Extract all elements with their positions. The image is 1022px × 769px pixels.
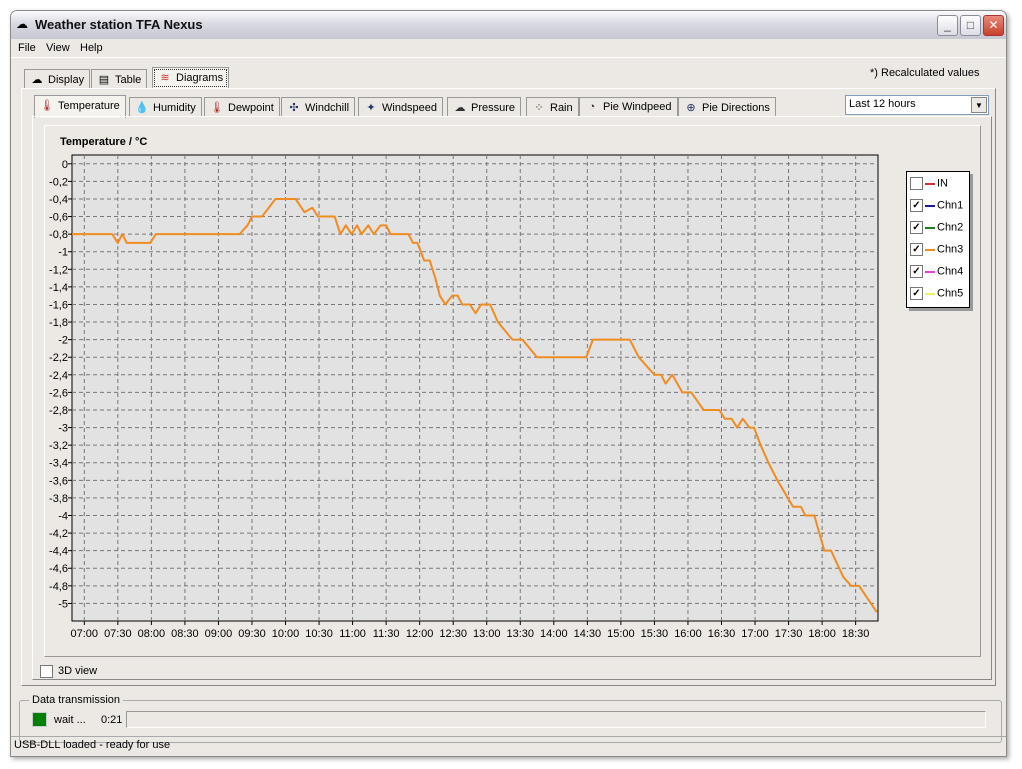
x-tick-label: 10:00 <box>272 628 300 640</box>
y-tick-label: -2,6 <box>49 387 68 399</box>
x-tick-label: 12:00 <box>406 628 434 640</box>
y-tick-label: -4,4 <box>49 546 68 558</box>
x-tick-label: 07:00 <box>71 628 99 640</box>
y-tick-label: -1 <box>58 247 68 259</box>
y-tick-label: 0 <box>62 159 68 171</box>
x-tick-label: 14:00 <box>540 628 568 640</box>
y-tick-label: -3,6 <box>49 475 68 487</box>
x-tick-label: 08:00 <box>138 628 166 640</box>
y-tick-label: -4,2 <box>49 528 68 540</box>
x-tick-label: 10:30 <box>305 628 333 640</box>
x-tick-label: 11:30 <box>373 628 400 640</box>
y-tick-label: -0,8 <box>49 229 68 241</box>
x-tick-label: 08:30 <box>171 628 199 640</box>
x-tick-label: 15:00 <box>607 628 635 640</box>
x-tick-label: 13:30 <box>507 628 535 640</box>
y-tick-label: -0,6 <box>49 212 68 224</box>
x-tick-label: 17:00 <box>741 628 769 640</box>
x-tick-label: 18:00 <box>808 628 836 640</box>
y-tick-label: -2,2 <box>49 352 68 364</box>
y-tick-label: -0,4 <box>49 194 68 206</box>
x-tick-label: 14:30 <box>574 628 602 640</box>
y-tick-label: -3,4 <box>49 458 68 470</box>
x-tick-label: 13:00 <box>473 628 501 640</box>
y-tick-label: -3,2 <box>49 440 68 452</box>
y-tick-label: -1,2 <box>49 264 68 276</box>
y-tick-label: -4,8 <box>49 581 68 593</box>
y-tick-label: -5 <box>58 598 68 610</box>
y-tick-label: -3,8 <box>49 493 68 505</box>
y-tick-label: -1,6 <box>49 299 68 311</box>
y-tick-label: -1,4 <box>49 282 68 294</box>
x-tick-label: 11:00 <box>339 628 366 640</box>
y-tick-label: -4,6 <box>49 563 68 575</box>
y-tick-label: -2,4 <box>49 370 68 382</box>
x-tick-label: 16:00 <box>674 628 702 640</box>
temperature-chart: 0 -0,2 -0,4 -0,6 -0,8 -1 -1,2 -1,4 -1,6 -1,8 -2 -2,… <box>49 154 879 640</box>
y-tick-label: -2,8 <box>49 405 68 417</box>
y-tick-label: -3 <box>58 423 68 435</box>
x-tick-label: 07:30 <box>104 628 132 640</box>
y-tick-label: -0,2 <box>49 176 68 188</box>
x-tick-label: 12:30 <box>439 628 467 640</box>
x-tick-label: 09:30 <box>238 628 266 640</box>
y-tick-label: -2 <box>58 335 68 347</box>
x-tick-label: 18:30 <box>842 628 870 640</box>
x-tick-label: 17:30 <box>775 628 803 640</box>
x-tick-label: 16:30 <box>708 628 736 640</box>
y-tick-label: -1,8 <box>49 317 68 329</box>
x-tick-label: 15:30 <box>641 628 669 640</box>
y-tick-label: -4 <box>58 510 68 522</box>
x-tick-label: 09:00 <box>205 628 233 640</box>
